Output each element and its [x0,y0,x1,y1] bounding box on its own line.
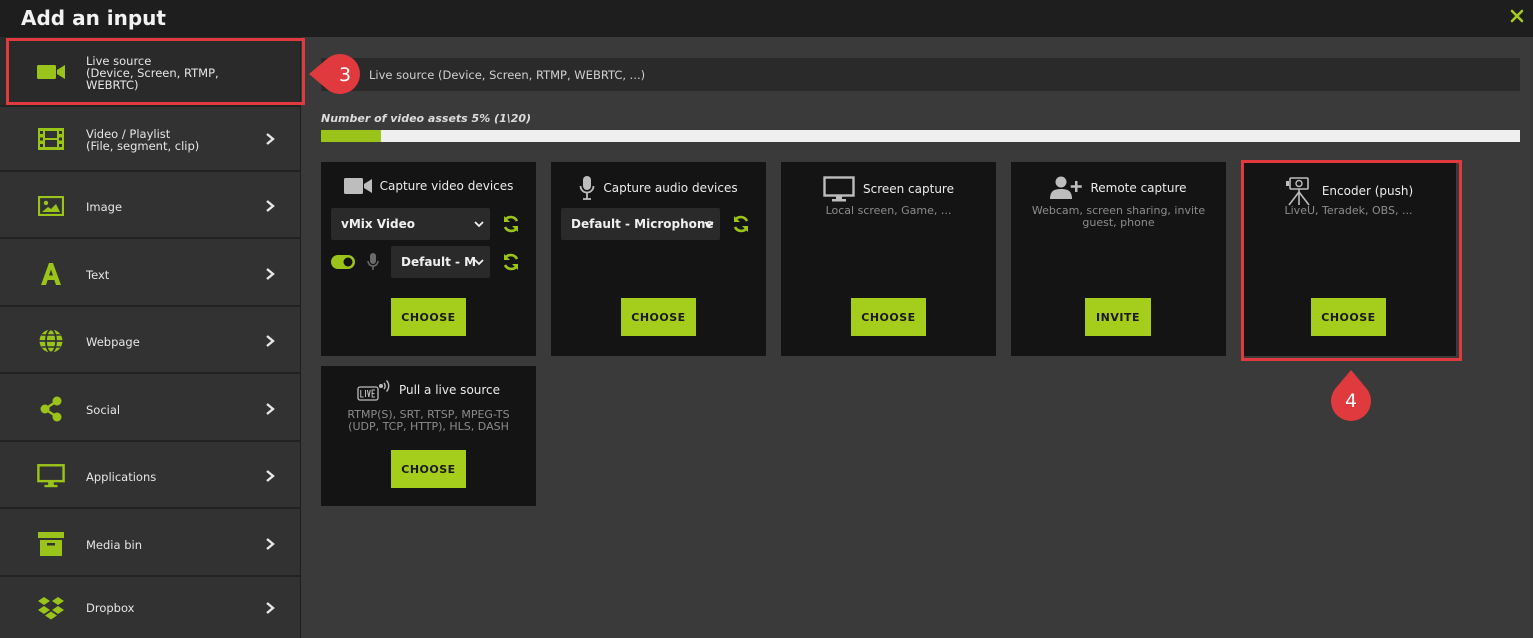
live-broadcast-icon [357,380,390,401]
sidebar-item-label: Webpage [86,335,140,349]
card-header: Capture audio devices [551,176,766,200]
search-input[interactable] [321,58,1520,91]
chevron-down-icon [474,259,484,266]
microphone-icon [367,253,379,270]
dropbox-icon [37,594,65,622]
audio-toggle[interactable] [331,255,355,269]
sidebar-item-label: Media bin [86,538,142,552]
invite-button[interactable]: INVITE [1085,298,1151,336]
card-title: Pull a live source [398,383,501,397]
share-icon [37,395,65,423]
choose-button[interactable]: CHOOSE [621,298,696,336]
sidebar-item-live-source[interactable]: Live source (Device, Screen, RTMP, WEBRT… [0,37,300,107]
card-remote-capture: Remote capture Webcam, screen sharing, i… [1011,162,1226,356]
sidebar-item-label: Video / Playlist (File, segment, clip) [86,127,200,153]
sidebar-item-label: Image [86,200,123,214]
card-title: Remote capture [1090,181,1187,195]
sidebar-item-applications[interactable]: Applications [0,442,300,509]
chevron-right-icon [266,133,275,145]
chevron-right-icon [266,403,275,415]
main-panel: Number of video assets 5% (1\20) Capture… [301,37,1533,638]
video-camera-icon [37,58,65,86]
card-screen-capture: Screen capture Local screen, Game, ... C… [781,162,996,356]
audio-device-select[interactable]: Default - M [391,246,490,278]
add-user-icon [1050,176,1083,199]
sidebar-item-social[interactable]: Social [0,374,300,442]
choose-button[interactable]: CHOOSE [1311,298,1386,336]
chevron-down-icon [704,221,714,228]
audio-device-select[interactable]: Default - Microphone [561,208,720,240]
sidebar-item-image[interactable]: Image [0,172,300,239]
sidebar-item-label: Social [86,403,121,417]
sidebar-item-label: Applications [86,470,157,484]
title-bar: Add an input [0,0,1533,37]
film-icon [37,125,65,153]
video-camera-icon [343,178,372,194]
assets-progress-fill [321,130,381,142]
card-encoder-push: Encoder (push) LiveU, Teradek, OBS, ... … [1241,162,1456,356]
assets-count-label: Number of video assets 5% (1\20) [321,112,532,125]
monitor-icon [823,176,855,202]
chevron-right-icon [266,602,275,614]
card-capture-audio: Capture audio devices Default - Micropho… [551,162,766,356]
chevron-down-icon [474,221,484,228]
card-header: Screen capture [781,176,996,202]
chevron-right-icon [266,268,275,280]
card-description: LiveU, Teradek, OBS, ... [1284,204,1413,217]
card-header: Capture video devices [321,176,536,196]
globe-icon [37,327,65,355]
choose-button[interactable]: CHOOSE [851,298,926,336]
microphone-icon [579,176,595,200]
card-title: Capture audio devices [603,181,738,195]
card-pull-live-source: Pull a live source RTMP(S), SRT, RTSP, M… [321,366,536,506]
sidebar: Live source (Device, Screen, RTMP, WEBRT… [0,37,301,638]
sidebar-item-text[interactable]: Text [0,239,300,307]
sidebar-item-label: Live source (Device, Screen, RTMP, WEBRT… [86,54,219,92]
card-header: Remote capture [1011,176,1226,200]
close-icon[interactable] [1510,9,1524,23]
card-header: Encoder (push) [1241,176,1456,206]
audio-device-value: Default - M [401,255,477,269]
card-header: Pull a live source [321,378,536,402]
dialog-title: Add an input [21,6,166,30]
refresh-icon[interactable] [731,214,751,234]
sidebar-item-video-playlist[interactable]: Video / Playlist (File, segment, clip) [0,107,300,172]
chevron-right-icon [266,335,275,347]
choose-button[interactable]: CHOOSE [391,450,466,488]
video-device-select[interactable]: vMix Video [331,208,490,240]
card-description: Local screen, Game, ... [825,204,952,217]
refresh-icon[interactable] [501,214,521,234]
audio-device-value: Default - Microphone [571,217,714,231]
card-description: RTMP(S), SRT, RTSP, MPEG-TS (UDP, TCP, H… [347,408,510,433]
chevron-right-icon [266,538,275,550]
sidebar-item-webpage[interactable]: Webpage [0,307,300,374]
card-title: Encoder (push) [1321,184,1414,198]
text-icon [37,260,65,288]
chevron-right-icon [266,470,275,482]
camera-tripod-icon [1285,177,1310,206]
sidebar-item-label: Text [86,268,110,282]
choose-button[interactable]: CHOOSE [391,298,466,336]
chevron-right-icon [266,200,275,212]
refresh-icon[interactable] [501,252,521,272]
card-title: Screen capture [862,182,954,196]
card-capture-video: Capture video devices vMix Video Default… [321,162,536,356]
monitor-icon [37,462,65,490]
card-title: Capture video devices [379,179,514,193]
assets-progress-bar [321,130,1520,142]
sidebar-item-media-bin[interactable]: Media bin [0,509,300,577]
sidebar-item-dropbox[interactable]: Dropbox [0,577,300,638]
card-description: Webcam, screen sharing, invite guest, ph… [1031,204,1206,229]
sidebar-item-label: Dropbox [86,601,135,615]
archive-icon [37,530,65,558]
image-icon [37,192,65,220]
video-device-value: vMix Video [341,217,415,231]
